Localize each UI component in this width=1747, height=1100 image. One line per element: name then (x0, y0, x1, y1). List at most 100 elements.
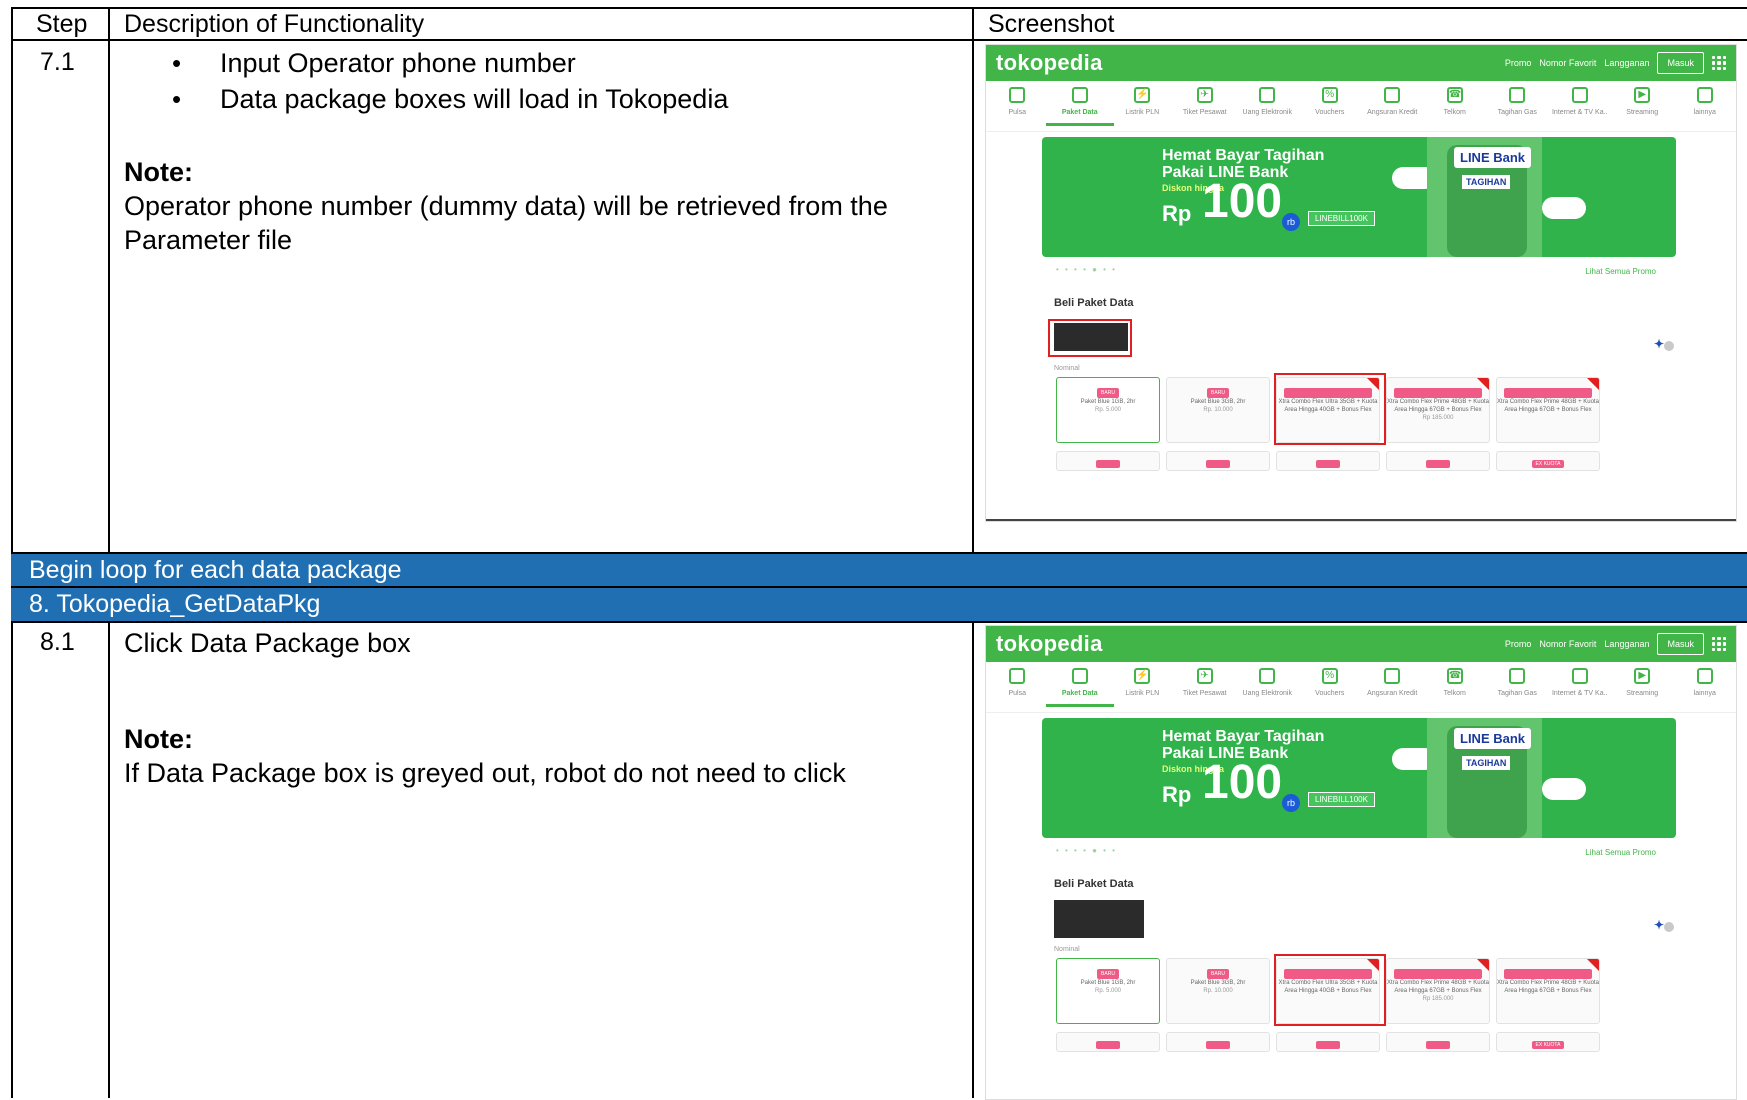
category-vouchers[interactable]: % Vouchers (1302, 668, 1358, 697)
login-button[interactable]: Masuk (1657, 633, 1704, 655)
nav-link-promo[interactable]: Promo (1505, 58, 1532, 68)
category-lainnya[interactable]: lainnya (1677, 668, 1733, 697)
category-lainnya[interactable]: lainnya (1677, 87, 1733, 116)
promo-badge (1504, 388, 1592, 398)
step-description: Click Data Package box (124, 628, 411, 658)
category-uang-elektronik[interactable]: Uang Elektronik (1239, 87, 1295, 116)
ex-kuota-badge: EX KUOTA (1531, 460, 1565, 468)
banner-promo-code: LINEBILL100K (1308, 792, 1375, 807)
category-label: Paket Data (1061, 109, 1098, 116)
package-card[interactable]: BARU Paket Blue 3GB, 2hr Rp. 10.000 (1166, 377, 1270, 443)
package-card[interactable]: EX KUOTA (1496, 451, 1600, 471)
nav-link-langganan[interactable]: Langganan (1604, 58, 1649, 68)
category-angsuran-kredit[interactable]: Angsuran Kredit (1364, 87, 1420, 116)
nav-link-promo[interactable]: Promo (1505, 639, 1532, 649)
new-badge: BARU (1207, 969, 1229, 979)
package-price: Rp 185.000 (1422, 415, 1454, 421)
package-card[interactable] (1386, 451, 1490, 471)
promo-badge (1504, 969, 1592, 979)
note-line: Operator phone number (dummy data) will … (124, 191, 888, 221)
new-badge: BARU (1097, 969, 1119, 979)
banner-unit: rb (1282, 213, 1300, 231)
category-telkom[interactable]: ☎ Telkom (1427, 668, 1483, 697)
all-promo-link[interactable]: Lihat Semua Promo (1585, 267, 1656, 276)
package-price: Rp. 5.000 (1094, 407, 1122, 413)
package-card[interactable] (1276, 451, 1380, 471)
category-internet-tv[interactable]: Internet & TV Ka.. (1552, 668, 1608, 697)
category-internet-tv[interactable]: Internet & TV Ka.. (1552, 87, 1608, 116)
apps-grid-icon[interactable] (1712, 637, 1726, 651)
note-label: Note: (124, 157, 193, 187)
package-card[interactable] (1056, 1032, 1160, 1052)
category-streaming[interactable]: ▶ Streaming (1614, 87, 1670, 116)
category-uang-elektronik[interactable]: Uang Elektronik (1239, 668, 1295, 697)
package-card[interactable]: BARU Paket Blue 3GB, 2hr Rp. 10.000 (1166, 958, 1270, 1024)
promo-badge (1425, 460, 1451, 468)
tokopedia-navbar: tokopedia Promo Nomor Favorit Langganan … (986, 45, 1736, 81)
promo-badge (1205, 1041, 1231, 1049)
category-angsuran-kredit[interactable]: Angsuran Kredit (1364, 668, 1420, 697)
category-paket-data[interactable]: Paket Data (1045, 87, 1114, 126)
category-tiket-pesawat[interactable]: ✈ Tiket Pesawat (1177, 87, 1233, 116)
carousel-dots[interactable]: • • • • ● • • (1056, 265, 1117, 274)
category-tagihan-gas[interactable]: Tagihan Gas (1489, 87, 1545, 116)
category-vouchers[interactable]: % Vouchers (1302, 87, 1358, 116)
banner-promo-code: LINEBILL100K (1308, 211, 1375, 226)
package-card[interactable]: Xtra Combo Flex Prime 48GB + Kuota Area … (1386, 958, 1490, 1024)
package-card[interactable]: Xtra Combo Flex Prime 48GB + Kuota Area … (1496, 958, 1600, 1024)
category-listrik-pln[interactable]: ⚡ Listrik PLN (1114, 668, 1170, 697)
header-step: Step (36, 10, 88, 38)
package-card[interactable] (1056, 451, 1160, 471)
package-card[interactable]: BARU Paket Blue 1GB, 2hr Rp. 5.000 (1056, 958, 1160, 1024)
category-label: Uang Elektronik (1242, 109, 1292, 116)
clear-icon[interactable] (1664, 922, 1674, 932)
category-label: Angsuran Kredit (1367, 690, 1418, 697)
promo-banner[interactable]: Hemat Bayar Tagihan Pakai LINE Bank Disk… (1042, 718, 1676, 838)
package-card[interactable]: EX KUOTA (1496, 1032, 1600, 1052)
credit-card-icon (1384, 668, 1401, 684)
package-card[interactable]: Xtra Combo Flex Prime 48GB + Kuota Area … (1386, 377, 1490, 443)
package-price: Rp 185.000 (1422, 996, 1454, 1002)
package-card[interactable]: Xtra Combo Flex Prime 48GB + Kuota Area … (1496, 377, 1600, 443)
category-label: Telkom (1443, 109, 1466, 116)
package-card[interactable] (1166, 451, 1270, 471)
nav-link-nomor-favorit[interactable]: Nomor Favorit (1539, 58, 1596, 68)
all-promo-link[interactable]: Lihat Semua Promo (1585, 848, 1656, 857)
package-card[interactable] (1386, 1032, 1490, 1052)
note-text: If Data Package box is greyed out, robot… (124, 758, 846, 788)
package-card[interactable] (1276, 1032, 1380, 1052)
login-button[interactable]: Masuk (1657, 52, 1704, 74)
category-pulsa[interactable]: Pulsa (989, 668, 1045, 697)
apps-grid-icon[interactable] (1712, 56, 1726, 70)
new-badge: BARU (1097, 388, 1119, 398)
promo-banner[interactable]: Hemat Bayar Tagihan Pakai LINE Bank Disk… (1042, 137, 1676, 257)
banner-brand: LINE Bank (1454, 728, 1532, 749)
category-paket-data[interactable]: Paket Data (1045, 668, 1114, 707)
category-telkom[interactable]: ☎ Telkom (1427, 87, 1483, 116)
category-pulsa[interactable]: Pulsa (989, 87, 1045, 116)
package-card[interactable] (1166, 1032, 1270, 1052)
category-bar: Pulsa Paket Data ⚡ Listrik PLN ✈ Tiket Pes… (986, 662, 1736, 713)
category-listrik-pln[interactable]: ⚡ Listrik PLN (1114, 87, 1170, 116)
category-label: Tiket Pesawat (1182, 690, 1227, 697)
package-card[interactable]: BARU Paket Blue 1GB, 2hr Rp. 5.000 (1056, 377, 1160, 443)
package-name: Xtra Combo Flex Prime 48GB + Kuota Area … (1387, 980, 1489, 994)
operator-logo-icon: ✦ (1653, 337, 1664, 351)
clear-icon[interactable] (1664, 341, 1674, 351)
package-name: Xtra Combo Flex Prime 48GB + Kuota Area … (1387, 399, 1489, 413)
nav-link-nomor-favorit[interactable]: Nomor Favorit (1539, 639, 1596, 649)
plane-icon: ✈ (1196, 87, 1213, 103)
col-divider-step (108, 7, 110, 553)
category-tiket-pesawat[interactable]: ✈ Tiket Pesawat (1177, 668, 1233, 697)
carousel-dots[interactable]: • • • • ● • • (1056, 846, 1117, 855)
promo-badge (1315, 460, 1341, 468)
cloud-decoration (1542, 197, 1586, 219)
nominal-label: Nominal (1054, 365, 1080, 372)
phone-number-input[interactable] (1054, 900, 1144, 938)
category-streaming[interactable]: ▶ Streaming (1614, 668, 1670, 697)
category-tagihan-gas[interactable]: Tagihan Gas (1489, 668, 1545, 697)
nav-link-langganan[interactable]: Langganan (1604, 639, 1649, 649)
package-price: Rp. 10.000 (1203, 407, 1233, 413)
package-cards-row-2: EX KUOTA (1056, 451, 1600, 471)
header-screenshot: Screenshot (988, 10, 1115, 38)
